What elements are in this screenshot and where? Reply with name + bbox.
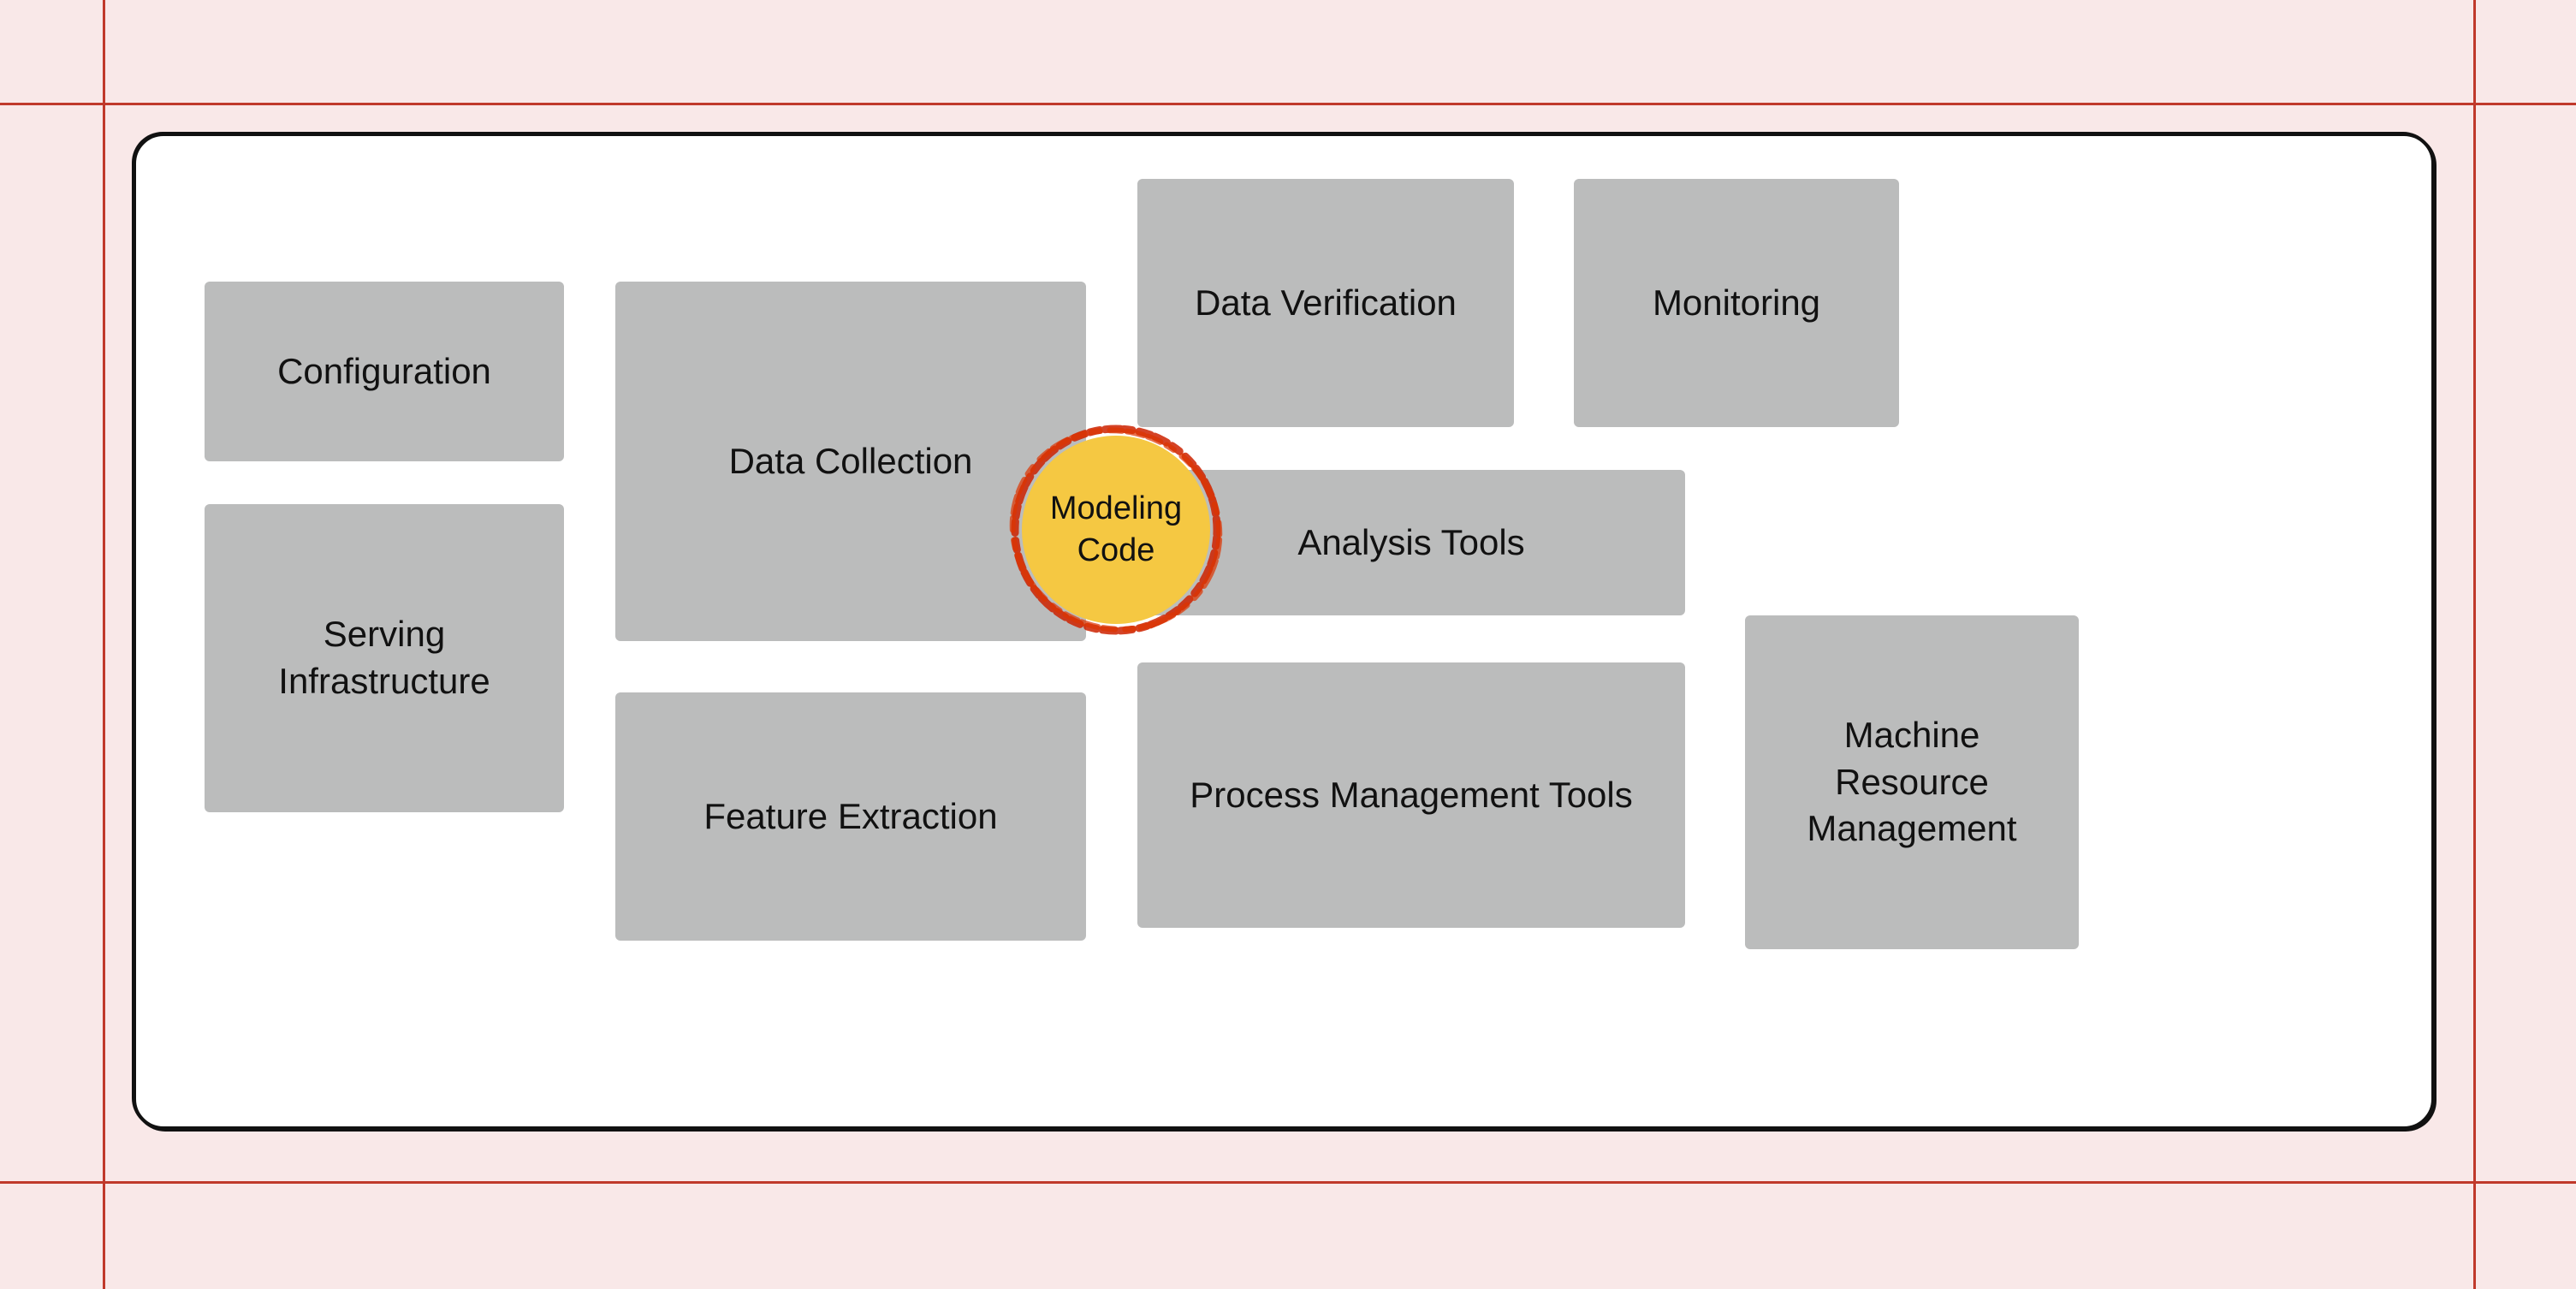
machine-resource-management-label: Machine Resource Management [1762,712,2062,852]
machine-resource-management-box: Machine Resource Management [1745,615,2079,949]
process-management-tools-box: Process Management Tools [1137,662,1685,928]
serving-infrastructure-label: Serving Infrastructure [222,611,547,704]
configuration-box: Configuration [205,282,564,461]
red-vertical-line-right [2473,0,2476,1289]
serving-infrastructure-box: Serving Infrastructure [205,504,564,812]
modeling-code-circle: Modeling Code [1022,436,1210,624]
main-diagram-container: Configuration Serving Infrastructure Dat… [133,133,2435,1130]
data-collection-label: Data Collection [729,438,973,485]
red-horizontal-line-top [0,103,2576,105]
feature-extraction-label: Feature Extraction [703,793,997,841]
configuration-label: Configuration [277,348,491,395]
red-horizontal-line-bottom [0,1181,2576,1184]
monitoring-label: Monitoring [1653,280,1820,327]
red-vertical-line-left [103,0,105,1289]
modeling-code-label: Modeling Code [1022,488,1210,573]
feature-extraction-box: Feature Extraction [615,692,1086,941]
monitoring-box: Monitoring [1574,179,1899,427]
data-verification-box: Data Verification [1137,179,1514,427]
analysis-tools-label: Analysis Tools [1297,520,1524,567]
process-management-tools-label: Process Management Tools [1190,772,1633,819]
data-verification-label: Data Verification [1195,280,1457,327]
